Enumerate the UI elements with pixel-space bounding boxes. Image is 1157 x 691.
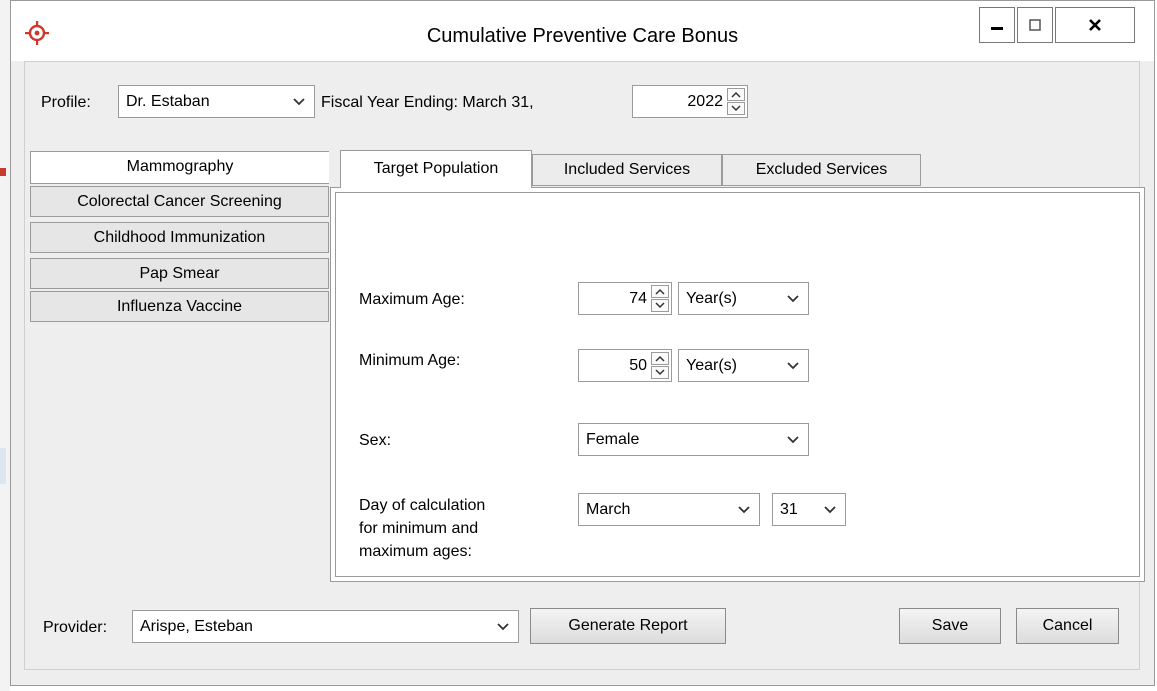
chevron-down-icon xyxy=(787,295,799,303)
spin-down-button[interactable] xyxy=(651,366,669,379)
calc-day-label: Day of calculation for minimum and maxim… xyxy=(359,494,485,563)
min-age-unit-select[interactable]: Year(s) xyxy=(678,349,809,382)
save-button[interactable]: Save xyxy=(899,608,1001,644)
calc-day-label-line: for minimum and xyxy=(359,520,479,537)
chevron-down-icon xyxy=(655,302,665,309)
calc-day-label-line: maximum ages: xyxy=(359,543,472,560)
provider-value: Arispe, Esteban xyxy=(140,618,253,635)
minimize-icon xyxy=(991,27,1003,30)
max-age-unit-select[interactable]: Year(s) xyxy=(678,282,809,315)
chevron-down-icon xyxy=(655,369,665,376)
chevron-down-icon xyxy=(787,436,799,444)
calc-month-select[interactable]: March xyxy=(578,493,760,526)
cancel-button[interactable]: Cancel xyxy=(1016,608,1119,644)
category-tab-colorectal[interactable]: Colorectal Cancer Screening xyxy=(30,186,329,217)
tab-included-services[interactable]: Included Services xyxy=(532,154,722,186)
background-red-mark xyxy=(0,168,6,176)
chevron-down-icon xyxy=(293,98,305,106)
title-bar[interactable]: Cumulative Preventive Care Bonus xyxy=(11,1,1154,61)
maximize-button[interactable] xyxy=(1017,7,1053,43)
background-app-edge xyxy=(0,0,10,691)
calc-day-label-line: Day of calculation xyxy=(359,497,486,514)
chevron-down-icon xyxy=(787,362,799,370)
close-button[interactable] xyxy=(1055,7,1135,43)
spin-up-button[interactable] xyxy=(651,352,669,365)
profile-label: Profile: xyxy=(41,94,91,111)
dialog-content: Profile: Dr. Estaban Fiscal Year Ending:… xyxy=(24,61,1145,670)
close-icon xyxy=(1089,19,1101,31)
chevron-down-icon xyxy=(738,506,750,514)
spin-down-button[interactable] xyxy=(651,299,669,312)
provider-select[interactable]: Arispe, Esteban xyxy=(132,610,519,643)
chevron-up-icon xyxy=(655,355,665,362)
calc-day-value: 31 xyxy=(780,501,798,518)
profile-value: Dr. Estaban xyxy=(126,93,210,110)
fiscal-year-label: Fiscal Year Ending: March 31, xyxy=(321,94,534,111)
sex-select[interactable]: Female xyxy=(578,423,809,456)
max-age-label: Maximum Age: xyxy=(359,291,465,308)
target-population-panel: Maximum Age: 74 Year(s) Minimum Age: 50 xyxy=(330,187,1145,582)
fiscal-year-spinner[interactable]: 2022 xyxy=(632,85,748,118)
background-blue-mark xyxy=(0,448,6,484)
spin-up-button[interactable] xyxy=(651,285,669,298)
max-age-unit: Year(s) xyxy=(686,290,737,307)
sex-value: Female xyxy=(586,431,640,448)
tab-excluded-services[interactable]: Excluded Services xyxy=(722,154,921,186)
chevron-up-icon xyxy=(731,91,741,98)
min-age-spinner[interactable]: 50 xyxy=(578,349,672,382)
max-age-spinner[interactable]: 74 xyxy=(578,282,672,315)
calc-day-select[interactable]: 31 xyxy=(772,493,846,526)
min-age-value: 50 xyxy=(629,357,647,374)
dialog-window: Cumulative Preventive Care Bonus Profile… xyxy=(10,0,1155,686)
spin-up-button[interactable] xyxy=(727,88,745,101)
chevron-up-icon xyxy=(655,288,665,295)
max-age-value: 74 xyxy=(629,290,647,307)
profile-select[interactable]: Dr. Estaban xyxy=(118,85,315,118)
maximize-icon xyxy=(1029,19,1041,31)
chevron-down-icon xyxy=(824,506,836,514)
min-age-label: Minimum Age: xyxy=(359,352,461,369)
chevron-down-icon xyxy=(497,623,509,631)
chevron-down-icon xyxy=(731,105,741,112)
tab-target-population[interactable]: Target Population xyxy=(340,150,532,188)
category-tab-mammography[interactable]: Mammography xyxy=(30,151,329,184)
generate-report-button[interactable]: Generate Report xyxy=(530,608,726,644)
minimize-button[interactable] xyxy=(979,7,1015,43)
fiscal-year-value: 2022 xyxy=(687,93,723,110)
min-age-unit: Year(s) xyxy=(686,357,737,374)
sex-label: Sex: xyxy=(359,432,392,449)
provider-label: Provider: xyxy=(43,619,108,636)
spin-down-button[interactable] xyxy=(727,102,745,115)
category-tab-influenza[interactable]: Influenza Vaccine xyxy=(30,291,329,322)
category-tab-pap-smear[interactable]: Pap Smear xyxy=(30,258,329,289)
calc-month-value: March xyxy=(586,501,631,518)
category-tab-childhood-immunization[interactable]: Childhood Immunization xyxy=(30,222,329,253)
